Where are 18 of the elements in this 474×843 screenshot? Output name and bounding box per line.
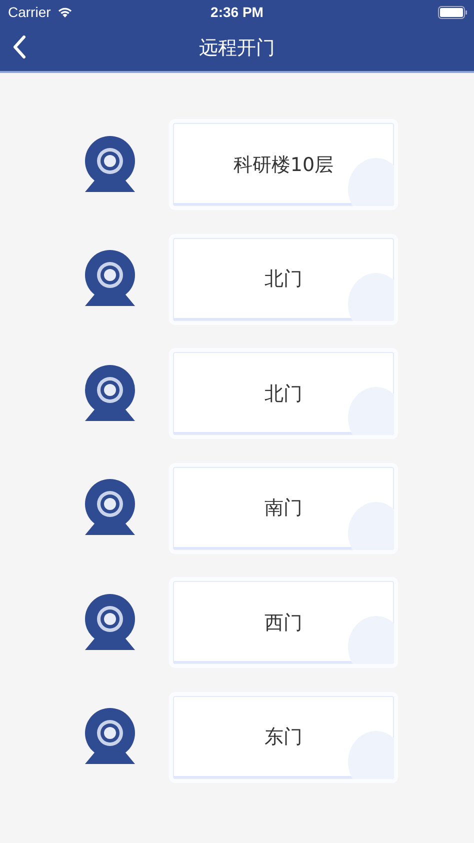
back-button[interactable] [12, 35, 26, 59]
wifi-icon [56, 6, 73, 18]
camera-icon [83, 594, 137, 652]
time-label: 2:36 PM [210, 4, 264, 20]
page-title: 远程开门 [199, 36, 275, 60]
camera-icon [83, 250, 137, 308]
door-button[interactable]: 西门 [169, 577, 398, 668]
door-button[interactable]: 东门 [169, 692, 398, 782]
battery-icon [438, 6, 468, 18]
door-button[interactable]: 科研楼10层 [169, 119, 398, 210]
camera-icon [83, 364, 137, 422]
camera-icon [83, 479, 137, 537]
door-button[interactable]: 北门 [169, 234, 398, 324]
camera-icon [83, 708, 137, 766]
carrier-label: Carrier [8, 4, 51, 20]
camera-icon [83, 136, 137, 194]
door-button[interactable]: 北门 [169, 348, 398, 439]
door-button[interactable]: 南门 [169, 462, 398, 554]
